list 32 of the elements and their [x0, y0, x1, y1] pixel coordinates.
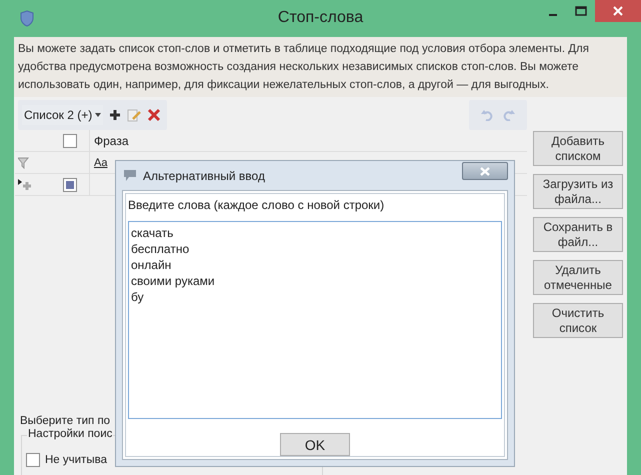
side-button[interactable]: Загрузить из файла...	[533, 174, 623, 209]
group-title: Настройки поис	[27, 428, 114, 440]
add-icon[interactable]	[109, 109, 122, 121]
shield-icon	[20, 10, 34, 27]
select-all-checkbox[interactable]	[63, 134, 77, 148]
side-button[interactable]: Удалить отмеченные	[533, 260, 623, 295]
side-button[interactable]: Сохранить в файл...	[533, 217, 623, 252]
match-case-text[interactable]: Aa	[90, 156, 108, 168]
option-checkbox[interactable]	[26, 453, 40, 467]
dialog-title: Альтернативный ввод	[143, 168, 265, 182]
close-button[interactable]	[595, 0, 641, 22]
new-row-icon	[18, 178, 32, 190]
column-header[interactable]: Фраза	[90, 134, 129, 148]
side-button[interactable]: Очистить список	[533, 303, 623, 338]
description-text: Вы можете задать список стоп-слов и отметить в таблице подходящие под условия отбора элементы. Для удобства предусмотрена возможность создания нескольких независимых списков стоп-слов. Вы можете использовать один, например, для фиксации нежелательных стоп-слов, а другой — для выгодных.	[14, 37, 627, 97]
row-checkbox[interactable]	[63, 178, 77, 192]
side-button[interactable]: Добавить списком	[533, 131, 623, 166]
close-icon	[480, 166, 490, 176]
option-label: Не учитыва	[45, 454, 107, 466]
delete-icon[interactable]	[147, 108, 162, 122]
minimize-icon	[549, 14, 557, 16]
search-type-label: Выберите тип по	[20, 415, 110, 427]
filter-icon[interactable]	[18, 156, 30, 168]
caret-icon	[95, 113, 102, 117]
prompt-text: Введите слова (каждое слово с новой строки)	[128, 198, 386, 212]
speech-bubble-icon	[123, 169, 137, 182]
words-field[interactable]: скачать бесплатно онлайн своими руками бу	[128, 221, 502, 419]
close-button[interactable]	[462, 162, 508, 180]
maximize-icon	[575, 6, 587, 16]
ok-button[interactable]: OK	[280, 433, 350, 456]
close-icon	[613, 6, 623, 16]
window-title: Стоп-слова	[278, 9, 364, 27]
